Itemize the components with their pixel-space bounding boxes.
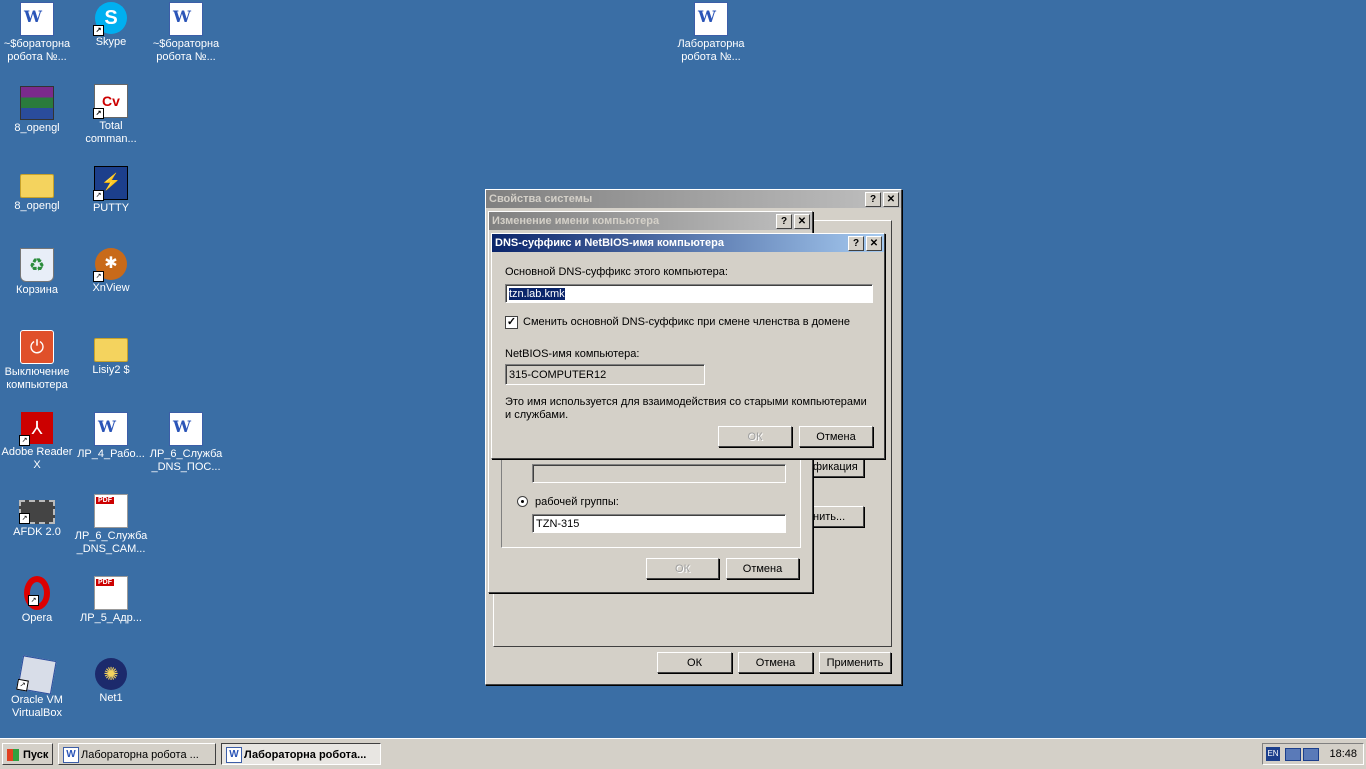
- close-button[interactable]: ✕: [866, 236, 882, 251]
- word-doc-icon: W: [169, 412, 203, 446]
- window-title: Свойства системы: [489, 193, 593, 205]
- close-button[interactable]: ✕: [794, 214, 810, 229]
- putty-icon: ⚡ ↗: [93, 166, 128, 201]
- adobe-reader-icon: ⅄ ↗: [19, 412, 53, 446]
- desktop-icon-lr6-sam[interactable]: PDF ЛР_6_Служба _DNS_САМ...: [74, 494, 148, 556]
- cancel-button[interactable]: Отмена: [738, 652, 813, 673]
- system-tray: EN 18:48: [1262, 743, 1364, 765]
- desktop-icon-lr6-pos[interactable]: W ЛР_6_Служба _DNS_ПОС...: [149, 412, 223, 474]
- desktop-icon-lisiy2[interactable]: Lisiy2 $: [74, 330, 148, 377]
- close-button[interactable]: ✕: [883, 192, 899, 207]
- netbios-name-field: 315-COMPUTER12: [505, 364, 705, 385]
- desktop-icon-shutdown[interactable]: ⏻ Выключение компьютера: [0, 330, 74, 392]
- network-icon[interactable]: [1285, 748, 1301, 761]
- word-doc-icon: W: [694, 2, 728, 36]
- help-button[interactable]: ?: [848, 236, 864, 251]
- apply-button[interactable]: Применить: [819, 652, 891, 673]
- workgroup-label: рабочей группы:: [535, 496, 619, 508]
- window-title: Изменение имени компьютера: [492, 215, 660, 227]
- dns-suffix-dialog: DNS-суффикс и NetBIOS-имя компьютера ? ✕…: [491, 233, 885, 459]
- desktop-icon-8opengl-folder[interactable]: 8_opengl: [0, 166, 74, 213]
- netbios-note-line2: и службами.: [505, 409, 569, 421]
- virtualbox-icon: ↗: [16, 655, 57, 695]
- change-suffix-checkbox[interactable]: ✓: [505, 316, 518, 329]
- desktop-icon-opera[interactable]: ↗ Opera: [0, 576, 74, 625]
- ok-button[interactable]: ОК: [718, 426, 792, 447]
- computer-name-changes-titlebar: Изменение имени компьютера ? ✕: [489, 212, 812, 230]
- start-label: Пуск: [23, 749, 49, 761]
- folder-icon: [94, 338, 128, 362]
- desktop-icon-skype[interactable]: S ↗ Skype: [74, 2, 148, 49]
- desktop-icon-xnview[interactable]: ✱ ↗ XnView: [74, 248, 148, 295]
- taskbar-item-label: Лабораторна робота...: [244, 749, 367, 761]
- partial-identification-button[interactable]: фикация: [808, 456, 864, 477]
- word-doc-icon: W: [94, 412, 128, 446]
- taskbar-item-label: Лабораторна робота ...: [81, 749, 199, 761]
- change-suffix-label: Сменить основной DNS-суффикс при смене ч…: [523, 316, 851, 328]
- language-indicator[interactable]: EN: [1266, 747, 1280, 761]
- desktop-icon-lab-doc[interactable]: W Лабораторна робота №...: [674, 2, 748, 64]
- word-doc-icon: W: [63, 747, 79, 763]
- domain-input[interactable]: [532, 464, 786, 483]
- pdf-icon: PDF: [94, 494, 128, 528]
- cancel-button[interactable]: Отмена: [799, 426, 873, 447]
- partial-change-button[interactable]: нить...: [808, 506, 864, 527]
- network-icon-2[interactable]: [1303, 748, 1319, 761]
- ok-button[interactable]: ОК: [657, 652, 732, 673]
- word-doc-icon: W: [226, 747, 242, 763]
- desktop-icon-afdk[interactable]: ↗ AFDK 2.0: [0, 494, 74, 539]
- netbios-note-line1: Это имя используется для взаимодействия …: [505, 396, 867, 408]
- word-doc-icon: W: [20, 2, 54, 36]
- taskbar-item-lab-2[interactable]: W Лабораторна робота...: [221, 743, 381, 765]
- windows-logo-icon: [7, 749, 19, 761]
- dns-suffix-input[interactable]: tzn.lab.kmk: [505, 284, 873, 303]
- desktop-icon-total-commander[interactable]: Cv ↗ Total comman...: [74, 84, 148, 146]
- opera-icon: ↗: [24, 576, 50, 610]
- desktop-icon-lr5[interactable]: PDF ЛР_5_Адр...: [74, 576, 148, 625]
- net1-icon: ✺: [95, 658, 127, 690]
- desktop-icon-putty[interactable]: ⚡ ↗ PUTTY: [74, 166, 148, 215]
- folder-icon: [20, 174, 54, 198]
- netbios-label: NetBIOS-имя компьютера:: [505, 348, 640, 360]
- desktop-icon-lab-temp-2[interactable]: W ~$бораторна робота №...: [149, 2, 223, 64]
- chip-icon: ↗: [19, 500, 55, 524]
- cancel-button[interactable]: Отмена: [726, 558, 799, 579]
- help-button[interactable]: ?: [776, 214, 792, 229]
- suffix-label: Основной DNS-суффикс этого компьютера:: [505, 266, 728, 278]
- xnview-icon: ✱ ↗: [93, 248, 127, 282]
- desktop-icon-net1[interactable]: ✺ Net1: [74, 658, 148, 705]
- dns-suffix-selected-text: tzn.lab.kmk: [509, 288, 565, 300]
- ok-button[interactable]: ОК: [646, 558, 719, 579]
- system-properties-titlebar: Свойства системы ? ✕: [486, 190, 901, 208]
- desktop-icon-lab-temp-1[interactable]: W ~$бораторна робота №...: [0, 2, 74, 64]
- skype-icon: S ↗: [93, 2, 127, 36]
- workgroup-input[interactable]: TZN-315: [532, 514, 786, 533]
- clock[interactable]: 18:48: [1329, 744, 1357, 764]
- desktop-icon-8opengl-archive[interactable]: 8_opengl: [0, 86, 74, 135]
- shutdown-icon: ⏻: [20, 330, 54, 364]
- start-button[interactable]: Пуск: [2, 743, 53, 765]
- recycle-bin-icon: ♻: [20, 248, 54, 282]
- desktop-icon-virtualbox[interactable]: ↗ Oracle VM VirtualBox: [0, 655, 74, 720]
- taskbar-item-lab-1[interactable]: W Лабораторна робота ...: [58, 743, 216, 765]
- total-commander-icon: Cv ↗: [93, 84, 128, 119]
- winrar-archive-icon: [20, 86, 54, 120]
- dns-suffix-titlebar: DNS-суффикс и NetBIOS-имя компьютера ? ✕: [492, 234, 884, 252]
- workgroup-radio[interactable]: [517, 496, 528, 507]
- help-button[interactable]: ?: [865, 192, 881, 207]
- taskbar: Пуск W Лабораторна робота ... W Лаборато…: [0, 738, 1366, 769]
- desktop-icon-adobe-reader[interactable]: ⅄ ↗ Adobe Reader X: [0, 412, 74, 472]
- window-title: DNS-суффикс и NetBIOS-имя компьютера: [495, 237, 724, 249]
- pdf-icon: PDF: [94, 576, 128, 610]
- desktop-icon-lr4[interactable]: W ЛР_4_Рабо...: [74, 412, 148, 461]
- desktop-icon-recycle-bin[interactable]: ♻ Корзина: [0, 248, 74, 297]
- word-doc-icon: W: [169, 2, 203, 36]
